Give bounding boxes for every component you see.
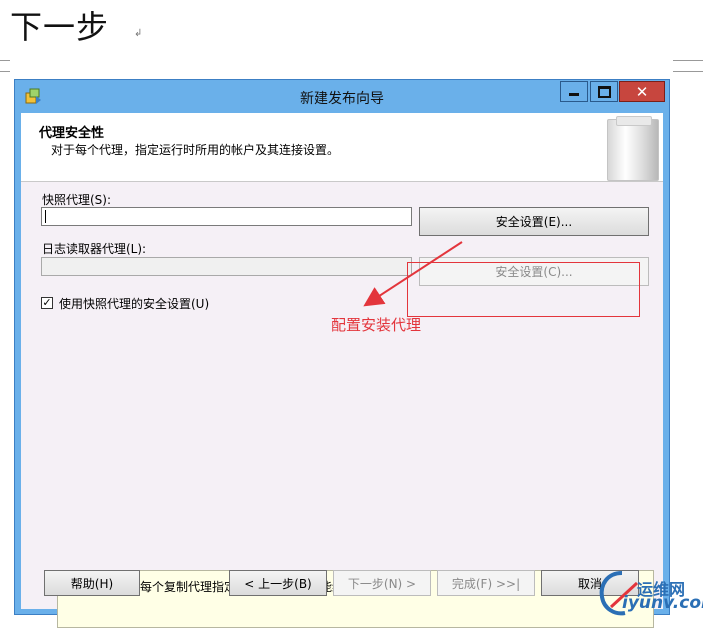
- back-button[interactable]: < 上一步(B): [229, 570, 327, 596]
- next-button[interactable]: 下一步(N) >: [333, 570, 431, 596]
- close-icon: ✕: [635, 82, 649, 101]
- text-caret: [45, 210, 46, 223]
- logreader-agent-label: 日志读取器代理(L):: [42, 242, 147, 256]
- page-subtitle: 对于每个代理，指定运行时所用的帐户及其连接设置。: [51, 143, 340, 157]
- page-title: 代理安全性: [39, 126, 105, 141]
- minimize-button[interactable]: [560, 81, 588, 102]
- minimize-icon: [569, 93, 579, 96]
- annotation-highlight-box: [407, 262, 640, 317]
- snapshot-agent-input[interactable]: [41, 207, 412, 226]
- use-snapshot-security-checkbox[interactable]: ✓: [41, 297, 53, 309]
- use-snapshot-security-label[interactable]: 使用快照代理的安全设置(U): [59, 295, 209, 312]
- wizard-banner-book-icon: [607, 116, 659, 181]
- close-button[interactable]: ✕: [619, 81, 665, 102]
- wizard-window: 新建发布向导 ✕ 代理安全性 对于每个代理，指定运行时所用的帐户及其连接设置。 …: [14, 79, 670, 628]
- snapshot-agent-label: 快照代理(S):: [42, 193, 112, 207]
- page-margin-marker-left: [0, 60, 10, 72]
- help-button[interactable]: 帮助(H): [44, 570, 140, 596]
- finish-button[interactable]: 完成(F) >>|: [437, 570, 535, 596]
- document-heading: 下一步: [10, 8, 110, 46]
- snapshot-security-settings-button[interactable]: 安全设置(E)...: [419, 207, 649, 236]
- title-bar[interactable]: 新建发布向导 ✕: [15, 80, 669, 113]
- site-watermark: 运维网 iyunv.com: [597, 567, 703, 620]
- annotation-label: 配置安装代理: [331, 316, 422, 334]
- page-margin-marker-right: [673, 60, 703, 72]
- watermark-text-url: iyunv.com: [622, 593, 703, 613]
- logreader-agent-input[interactable]: [41, 257, 412, 276]
- paragraph-mark: ↲: [134, 28, 143, 39]
- maximize-button[interactable]: [590, 81, 618, 102]
- wizard-header: 代理安全性 对于每个代理，指定运行时所用的帐户及其连接设置。: [21, 113, 663, 182]
- maximize-icon: [597, 85, 611, 98]
- wizard-content: 快照代理(S): 安全设置(E)... 日志读取器代理(L): 安全设置(C).…: [21, 182, 663, 628]
